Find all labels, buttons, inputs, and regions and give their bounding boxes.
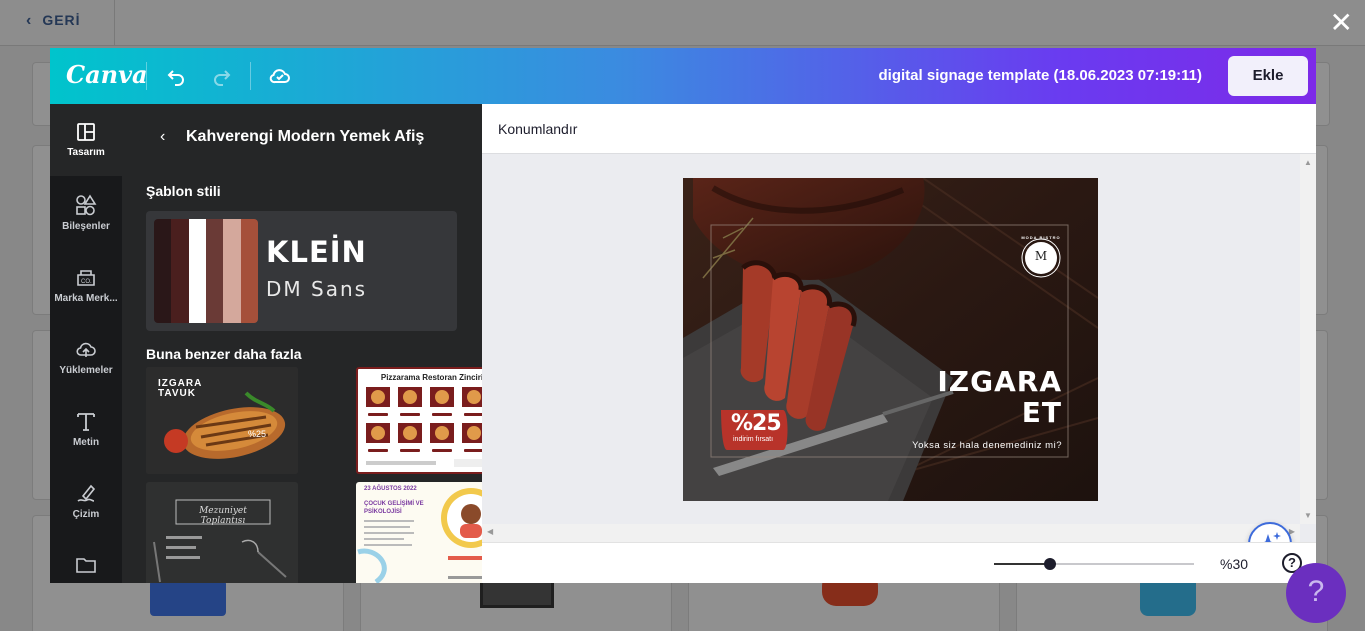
palette-swatch [171, 219, 189, 323]
thumbnail-title: IZGARA TAVUK [158, 378, 202, 399]
side-rail: Tasarım Bileşenler CO. Marka Merk... Yük… [50, 104, 122, 583]
palette-swatch [240, 219, 258, 323]
template-thumbnail[interactable]: IZGARA TAVUK %25 [146, 367, 298, 474]
template-style-card[interactable]: KLEİN DM Sans [146, 211, 457, 331]
rail-label: Yüklemeler [59, 365, 113, 376]
brand-icon: CO. [77, 270, 95, 286]
chevron-left-icon[interactable]: ‹ [160, 128, 165, 146]
divider [250, 62, 251, 90]
rail-item-folder[interactable] [50, 536, 122, 583]
zoom-slider-fill [994, 563, 1050, 565]
design-discount-sub: indirim fırsatı [733, 436, 774, 443]
modal-header: Canva digital signage template (18.06.20… [50, 48, 1316, 104]
rail-item-uploads[interactable]: Yüklemeler [50, 320, 122, 392]
brand-logo-ring-text: MODA BISTRO [1021, 235, 1061, 240]
rail-item-design[interactable]: Tasarım [50, 104, 122, 176]
scroll-up-icon[interactable]: ▲ [1304, 158, 1312, 167]
editor-area: Konumlandır ▲ ▼ ◀ ▶ M MODA BISTRO IZGARA… [482, 104, 1316, 583]
palette-swatch [223, 219, 241, 323]
rail-item-elements[interactable]: Bileşenler [50, 176, 122, 248]
design-title-line2: ET [1021, 396, 1062, 429]
style-font: DM Sans [266, 277, 368, 301]
horizontal-scrollbar[interactable]: ◀ ▶ [482, 524, 1300, 542]
template-thumbnail[interactable]: Pizzarama Restoran Zinciri [356, 367, 482, 474]
panel-title: Kahverengi Modern Yemek Afiş [186, 128, 425, 145]
help-chat-button[interactable]: ? [1286, 563, 1346, 623]
shapes-icon [76, 194, 97, 216]
rail-label: Tasarım [67, 147, 105, 158]
undo-icon[interactable] [164, 64, 188, 88]
palette-swatch [205, 219, 224, 323]
rail-item-brand[interactable]: CO. Marka Merk... [50, 248, 122, 320]
cloud-upload-icon [76, 342, 96, 357]
layout-icon [77, 123, 95, 141]
rail-label: Çizim [72, 509, 100, 520]
design-tagline: Yoksa siz hala denemediniz mi? [912, 440, 1062, 451]
document-title: digital signage template (18.06.2023 07:… [878, 67, 1202, 84]
thumbnail-image [357, 488, 482, 583]
divider [146, 62, 147, 90]
style-name: KLEİN [266, 235, 367, 269]
canva-logo: Canva [66, 60, 148, 89]
zoom-bar: %30 ? [482, 542, 1316, 583]
rail-label: Marka Merk... [54, 293, 118, 304]
scroll-left-icon[interactable]: ◀ [487, 527, 493, 536]
svg-text:CO.: CO. [81, 279, 92, 285]
redo-icon[interactable] [210, 64, 234, 88]
template-thumbnail[interactable]: 23 AĞUSTOS 2022 ÇOCUK GELİŞİMİ VE PSİKOL… [356, 482, 482, 583]
thumbnail-image [146, 482, 298, 583]
color-palette [154, 219, 258, 323]
thumbnail-image [366, 387, 482, 467]
palette-swatch [188, 219, 206, 323]
template-thumbnail[interactable]: Mezuniyet Toplantısı [146, 482, 298, 583]
canva-modal: Canva digital signage template (18.06.20… [50, 48, 1316, 583]
vertical-scrollbar[interactable]: ▲ ▼ [1300, 154, 1316, 524]
rail-item-draw[interactable]: Çizim [50, 464, 122, 536]
zoom-level[interactable]: %30 [1220, 556, 1248, 572]
design-title-line1: IZGARA [937, 365, 1062, 398]
scroll-down-icon[interactable]: ▼ [1304, 511, 1312, 520]
text-icon [77, 413, 95, 431]
draw-icon [77, 484, 96, 502]
cloud-saved-icon[interactable] [268, 64, 292, 88]
brand-logo-letter: M [1034, 249, 1048, 263]
folder-icon [76, 558, 96, 573]
close-icon[interactable]: ✕ [1330, 9, 1353, 37]
thumbnail-title: Mezuniyet Toplantısı [199, 506, 247, 526]
design-panel: ‹ Kahverengi Modern Yemek Afiş Şablon st… [122, 104, 482, 583]
editor-toolbar: Konumlandır [482, 104, 1316, 154]
rail-label: Metin [72, 437, 100, 448]
design-title: IZGARA ET [937, 366, 1062, 428]
design-canvas[interactable]: M MODA BISTRO IZGARA ET Yoksa siz hala d… [683, 178, 1098, 501]
palette-swatch [154, 219, 172, 323]
design-discount: %25 [731, 411, 782, 436]
add-button[interactable]: Ekle [1228, 56, 1308, 96]
section-title-style: Şablon stili [146, 183, 221, 199]
zoom-slider-handle[interactable] [1044, 558, 1056, 570]
rail-item-text[interactable]: Metin [50, 392, 122, 464]
position-button[interactable]: Konumlandır [498, 121, 577, 137]
zoom-slider[interactable] [994, 558, 1194, 570]
design-background-image [683, 178, 1098, 501]
section-title-similar: Buna benzer daha fazla [146, 346, 302, 362]
rail-label: Bileşenler [62, 221, 110, 232]
thumbnail-badge: %25 [248, 429, 267, 439]
